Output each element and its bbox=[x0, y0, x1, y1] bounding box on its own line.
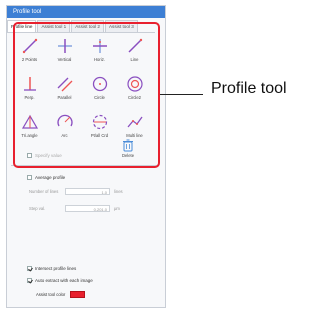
tool-label: Vertical bbox=[57, 57, 72, 62]
tab-assist-tool-2[interactable]: Assist tool 2 bbox=[71, 20, 104, 32]
checkbox-box[interactable] bbox=[27, 175, 32, 180]
panel-title: Profile tool bbox=[7, 6, 165, 18]
tab-assist-tool-3[interactable]: Assist tool 3 bbox=[104, 20, 138, 32]
step-value-input[interactable]: 0.201.0 bbox=[65, 205, 110, 212]
tool-label: Line bbox=[130, 57, 139, 62]
vertical-line-icon bbox=[57, 39, 72, 53]
tool-arc[interactable]: Arc bbox=[47, 112, 82, 142]
checkbox-box[interactable] bbox=[27, 153, 32, 158]
number-of-lines-input[interactable]: 1.0 bbox=[65, 188, 110, 195]
average-profile-label: Average profile bbox=[35, 175, 66, 180]
callout-leader-line bbox=[160, 94, 203, 95]
tool-label: Pt/all Crd bbox=[90, 133, 109, 138]
trash-icon bbox=[123, 139, 133, 152]
tool-grid: 2 Points Vertical Horiz. Line Perp. Para… bbox=[12, 36, 152, 142]
delete-label: Delete bbox=[121, 153, 135, 158]
delete-button[interactable]: Delete bbox=[121, 138, 135, 158]
tool-vertical[interactable]: Vertical bbox=[47, 36, 82, 66]
tool-2-points[interactable]: 2 Points bbox=[12, 36, 47, 66]
tool-label: Parallel bbox=[57, 95, 72, 100]
horizontal-line-icon bbox=[92, 39, 107, 53]
step-value-field: Step val. 0.201.0 μm bbox=[29, 205, 120, 212]
tool-label: Horiz. bbox=[94, 57, 105, 62]
perpendicular-icon bbox=[23, 77, 36, 91]
field-label: Number of lines bbox=[29, 189, 59, 194]
color-label: Assist tool color bbox=[36, 292, 66, 297]
tab-profile-line[interactable]: Profile line bbox=[7, 20, 37, 32]
checkbox-box[interactable] bbox=[27, 278, 32, 283]
average-profile-checkbox[interactable]: Average profile bbox=[27, 175, 65, 180]
intersect-profile-lines-checkbox[interactable]: Intersect profile lines bbox=[27, 266, 76, 271]
number-of-lines-field: Number of lines 1.0 lines bbox=[29, 188, 123, 195]
multi-line-icon bbox=[127, 116, 143, 128]
field-unit: lines bbox=[114, 189, 123, 194]
intersect-label: Intersect profile lines bbox=[35, 266, 77, 271]
tool-label: Perp. bbox=[24, 95, 35, 100]
tool-label: 2 Points bbox=[21, 57, 38, 62]
tool-label: Tri.angle bbox=[21, 133, 38, 138]
specify-value-label: Specify value bbox=[35, 153, 62, 158]
assist-tool-color-row: Assist tool color bbox=[36, 291, 86, 298]
color-swatch[interactable] bbox=[70, 291, 86, 298]
tool-horizontal[interactable]: Horiz. bbox=[82, 36, 117, 66]
tool-line[interactable]: Line bbox=[117, 36, 152, 66]
tool-partial-circle[interactable]: Pt/all Crd bbox=[82, 112, 117, 142]
auto-extract-label: Auto extract with each image bbox=[35, 278, 93, 283]
arc-icon bbox=[56, 114, 73, 127]
tool-parallel[interactable]: Parallel bbox=[47, 74, 82, 104]
parallel-icon bbox=[57, 77, 72, 92]
specify-value-checkbox[interactable]: Specify value bbox=[27, 153, 62, 158]
tab-assist-tool-1[interactable]: Assist tool 1 bbox=[37, 20, 71, 32]
auto-extract-checkbox[interactable]: Auto extract with each image bbox=[27, 278, 93, 283]
section-divider bbox=[11, 165, 158, 166]
tool-label: Arc bbox=[61, 133, 68, 138]
tool-perpendicular[interactable]: Perp. bbox=[12, 74, 47, 104]
field-unit: μm bbox=[114, 206, 120, 211]
two-points-line-icon bbox=[22, 38, 37, 54]
circle-icon bbox=[92, 76, 107, 92]
tool-label: Circle bbox=[94, 95, 105, 100]
tool-circle2[interactable]: Circle2 bbox=[117, 74, 152, 104]
tool-label: Circle2 bbox=[127, 95, 142, 100]
checkbox-box[interactable] bbox=[27, 266, 32, 271]
tab-bar: Profile line Assist tool 1 Assist tool 2… bbox=[7, 20, 155, 33]
tool-circle[interactable]: Circle bbox=[82, 74, 117, 104]
line-icon bbox=[127, 38, 142, 53]
partial-circle-icon bbox=[92, 114, 107, 130]
concentric-circle-icon bbox=[126, 76, 143, 92]
field-label: Step val. bbox=[29, 206, 46, 211]
triangle-icon bbox=[21, 114, 38, 129]
callout-label: Profile tool bbox=[211, 80, 287, 97]
tool-triangle[interactable]: Tri.angle bbox=[12, 112, 47, 142]
